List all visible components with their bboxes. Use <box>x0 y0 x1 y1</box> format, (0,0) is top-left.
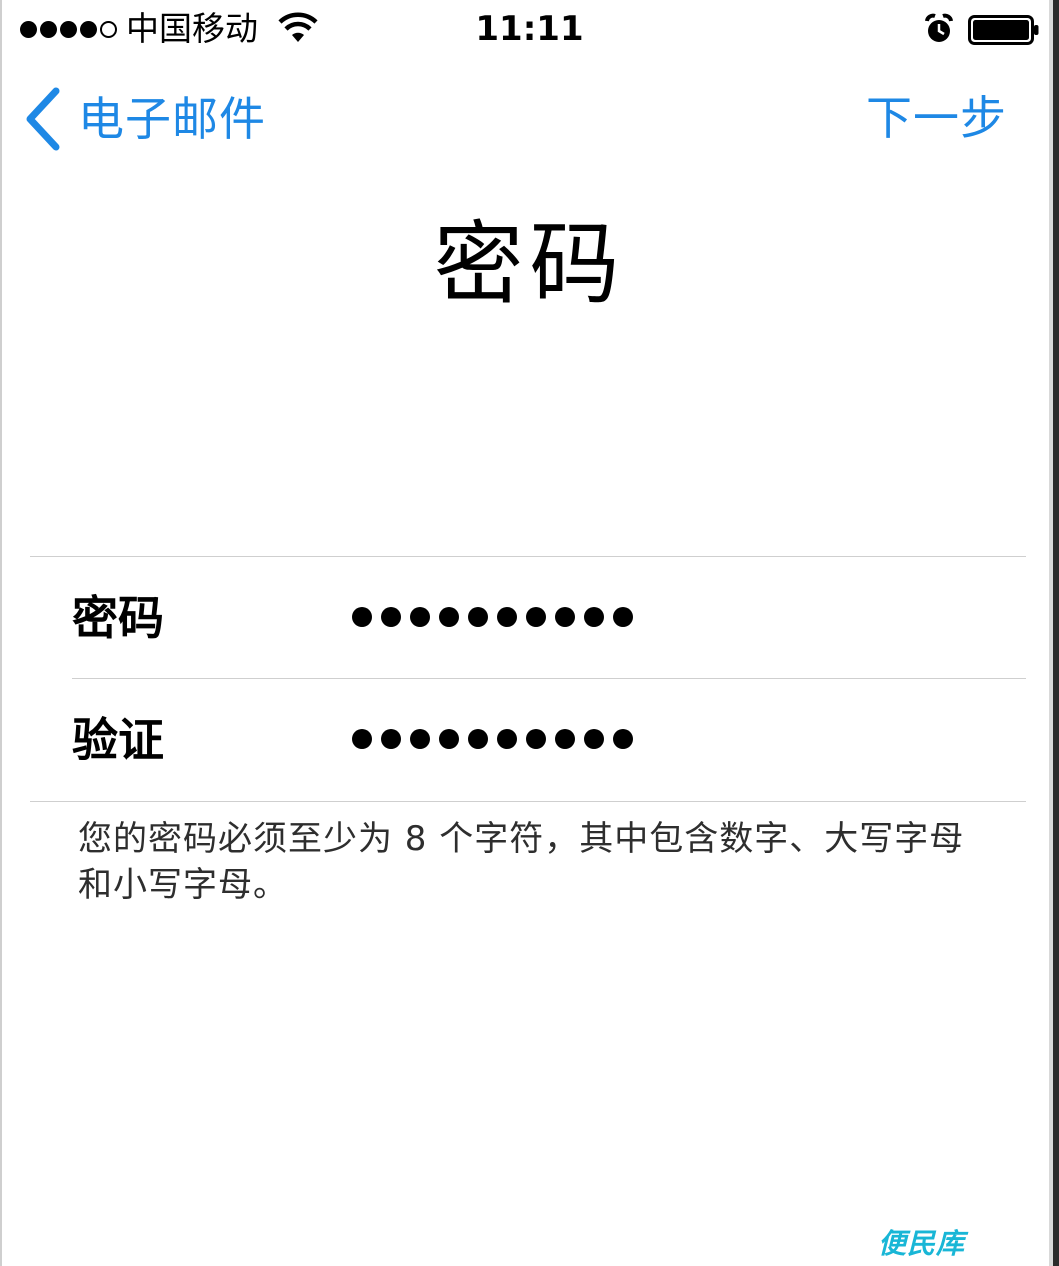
verify-mask-dot <box>410 729 430 749</box>
verify-mask-dot <box>555 729 575 749</box>
screen-frame-right <box>1053 0 1059 1266</box>
verify-mask-dot <box>381 729 401 749</box>
verify-row[interactable]: 验证 <box>30 679 1026 800</box>
screen-frame-left <box>0 0 2 1266</box>
verify-label: 验证 <box>72 713 164 767</box>
password-mask-dot <box>555 607 575 627</box>
password-requirements-hint: 您的密码必须至少为 8 个字符，其中包含数字、大写字母和小写字母。 <box>78 819 965 905</box>
password-field[interactable] <box>352 589 642 645</box>
next-button[interactable]: 下一步 <box>866 86 1007 150</box>
back-button-label: 电子邮件 <box>78 92 266 146</box>
password-row[interactable]: 密码 <box>30 557 1026 678</box>
password-mask-dot <box>410 607 430 627</box>
status-time: 11:11 <box>475 9 584 49</box>
password-mask-dot <box>352 607 372 627</box>
alarm-icon <box>925 13 953 42</box>
password-label: 密码 <box>72 591 164 645</box>
password-mask-dot <box>613 607 633 627</box>
verify-mask-dot <box>352 729 372 749</box>
page-title: 密码 <box>433 212 626 317</box>
verify-mask-dot <box>584 729 604 749</box>
watermark-logo: 便民库 <box>878 1227 966 1260</box>
password-mask-dot <box>381 607 401 627</box>
password-mask-dot <box>497 607 517 627</box>
verify-mask-dot <box>497 729 517 749</box>
password-mask-dot <box>584 607 604 627</box>
verify-mask-dot <box>439 729 459 749</box>
password-mask-dot <box>526 607 546 627</box>
chevron-left-icon <box>26 87 60 151</box>
status-bar: 中国移动 11:11 <box>0 0 1049 58</box>
back-button[interactable]: 电子邮件 <box>22 84 266 154</box>
form-divider-bottom <box>30 801 1026 802</box>
verify-mask-dot <box>526 729 546 749</box>
battery-icon <box>968 15 1039 45</box>
verify-mask-dot <box>468 729 488 749</box>
verify-password-field[interactable] <box>352 711 642 767</box>
verify-mask-dot <box>613 729 633 749</box>
password-mask-dot <box>439 607 459 627</box>
password-mask-dot <box>468 607 488 627</box>
